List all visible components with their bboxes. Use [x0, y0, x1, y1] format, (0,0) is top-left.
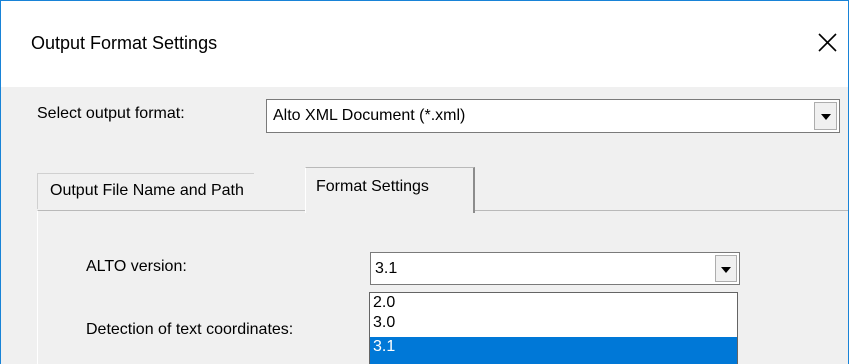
alto-version-option-3-0[interactable]: 3.0 — [370, 313, 737, 333]
alto-version-select[interactable]: 3.1 — [370, 252, 740, 285]
output-format-value: Alto XML Document (*.xml) — [273, 107, 466, 124]
tab-label: Format Settings — [316, 178, 429, 195]
alto-version-dropdown-button[interactable] — [715, 255, 737, 282]
chevron-down-icon — [721, 266, 731, 273]
close-button[interactable] — [807, 23, 847, 63]
tab-label: Output File Name and Path — [50, 182, 244, 199]
tab-output-file-name-and-path[interactable]: Output File Name and Path — [37, 173, 254, 209]
dialog-title: Output Format Settings — [31, 33, 218, 53]
text-coordinates-label: Detection of text coordinates: — [86, 321, 294, 338]
alto-version-label: ALTO version: — [86, 258, 187, 275]
chevron-down-icon — [820, 114, 831, 120]
output-format-select[interactable]: Alto XML Document (*.xml) — [266, 99, 840, 133]
alto-version-option-3-1[interactable]: 3.1 — [370, 337, 737, 364]
output-format-settings-dialog: Output Format Settings Select output for… — [0, 0, 849, 364]
alto-version-option-2-0[interactable]: 2.0 — [370, 293, 737, 313]
close-icon — [818, 33, 837, 52]
tab-format-settings[interactable]: Format Settings — [305, 167, 475, 213]
alto-version-value: 3.1 — [375, 260, 398, 277]
alto-version-dropdown-list: 2.0 3.0 3.1 — [369, 292, 738, 364]
output-format-label: Select output format: — [37, 105, 185, 122]
title-bar: Output Format Settings — [1, 1, 848, 87]
output-format-dropdown-button[interactable] — [814, 102, 837, 130]
